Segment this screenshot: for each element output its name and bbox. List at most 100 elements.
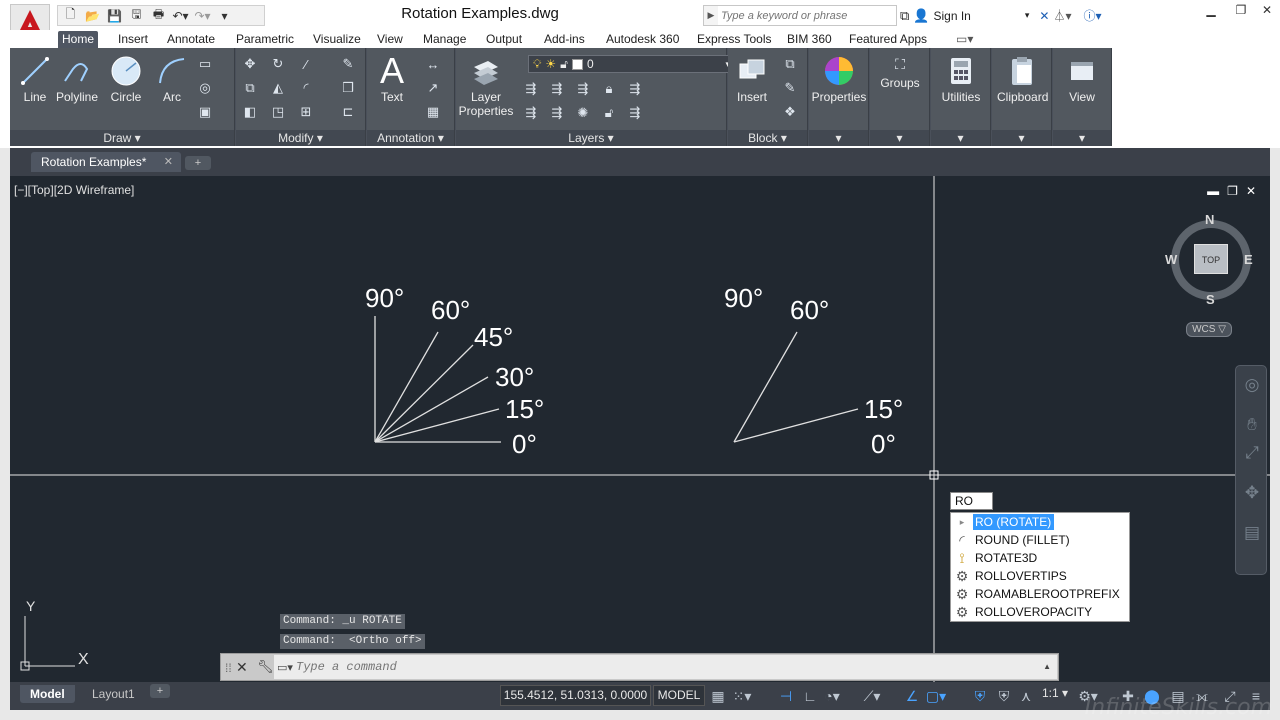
move-icon[interactable]: ✥ <box>240 54 260 74</box>
compass-south[interactable]: S <box>1206 292 1215 307</box>
utilities-tool[interactable]: Utilities <box>936 52 986 104</box>
tab-insert[interactable]: Insert <box>114 31 152 48</box>
layers-panel-title[interactable]: Layers ▾ <box>456 130 726 146</box>
tab-bim-360[interactable]: BIM 360 <box>783 31 836 48</box>
close-button[interactable]: ✕ <box>1252 0 1280 20</box>
drag-handle-icon[interactable]: ⁞⁞ <box>225 661 232 675</box>
suggestion-rolloveropacity[interactable]: ⚙ ROLLOVEROPACITY <box>951 603 1129 621</box>
redo-icon[interactable]: ↷▾ <box>192 7 213 25</box>
suggestion-ro-rotate[interactable]: ▸ RO (ROTATE) <box>951 513 1129 531</box>
utilities-expand-icon[interactable]: ▾ <box>931 130 990 146</box>
close-tab-icon[interactable]: ✕ <box>164 152 173 172</box>
scale-icon[interactable]: ◳ <box>268 102 288 122</box>
exchange-icon[interactable]: ✕ <box>1039 9 1049 23</box>
viewcube[interactable]: N S E W TOP <box>1165 212 1255 307</box>
mirror-icon[interactable]: ◭ <box>268 78 288 98</box>
view-panel[interactable]: View ▾ <box>1053 48 1112 146</box>
command-input[interactable] <box>296 660 1057 674</box>
layer-unlock-icon[interactable]: 🔓︎ <box>599 103 619 123</box>
new-tab-button[interactable]: + <box>185 156 211 170</box>
trim-icon[interactable]: ⁄ <box>296 54 316 74</box>
file-tab-rotation-examples[interactable]: Rotation Examples* ✕ <box>31 152 181 172</box>
pan-hand-icon[interactable]: ✋︎ <box>1241 414 1263 436</box>
tab-express-tools[interactable]: Express Tools <box>693 31 775 48</box>
connect-icon[interactable]: ⏃▾ <box>1053 7 1071 24</box>
object-snap-tracking-icon[interactable]: ∠ <box>902 686 922 706</box>
polar-tracking-icon[interactable]: ◔▾ <box>822 686 842 706</box>
properties-panel[interactable]: Properties ▾ <box>809 48 869 146</box>
snap-icon[interactable]: ⁙▾ <box>732 686 752 706</box>
showmotion-icon[interactable]: ▤ <box>1241 522 1263 544</box>
view-expand-icon[interactable]: ▾ <box>1053 130 1111 146</box>
command-prompt-icon[interactable]: ▭▾ <box>274 661 296 674</box>
layer-walk-icon[interactable]: ⇶ <box>547 103 567 123</box>
ortho-icon[interactable]: ∟ <box>800 686 820 706</box>
leader-icon[interactable]: ↗ <box>423 78 443 98</box>
groups-tool[interactable]: ⛶ Groups <box>875 52 925 91</box>
wrench-icon[interactable]: 🔧︎ <box>257 659 274 675</box>
search-input[interactable] <box>718 6 896 25</box>
annotation-scale-icon[interactable]: ⋏ <box>1016 686 1036 706</box>
copy-icon[interactable]: ⧉ <box>240 78 260 98</box>
undo-icon[interactable]: ↶▾ <box>170 7 191 25</box>
compass-north[interactable]: N <box>1205 212 1214 227</box>
compass-east[interactable]: E <box>1244 252 1253 267</box>
layer-properties-tool[interactable]: Layer Properties <box>458 52 514 118</box>
edit-block-icon[interactable]: ✎ <box>780 78 800 98</box>
layer-lock-icon[interactable]: 🔒︎ <box>599 79 619 99</box>
fillet-icon[interactable]: ◜ <box>296 78 316 98</box>
layer-dropdown[interactable]: 💡︎ ☀ 🔓︎ 0 ▾ <box>528 55 735 73</box>
print-icon[interactable]: 🖶 <box>148 7 169 25</box>
binoculars-icon[interactable]: ⧉ <box>900 8 909 24</box>
table-icon[interactable]: ▦ <box>423 102 443 122</box>
tab-visualize[interactable]: Visualize <box>309 31 365 48</box>
annotation-visibility-icon[interactable]: ⛨ <box>970 686 990 706</box>
layer-freeze-icon[interactable]: ⇶ <box>625 79 645 99</box>
new-icon[interactable]: 🗋 <box>60 7 81 25</box>
offset-icon[interactable]: ⊏ <box>338 102 358 122</box>
explode-icon[interactable]: ❒ <box>338 78 358 98</box>
modify-panel-title[interactable]: Modify ▾ <box>236 130 365 146</box>
circle-tool[interactable]: Circle <box>101 52 151 104</box>
orbit-icon[interactable]: ✥ <box>1241 482 1263 504</box>
layer-previous-icon[interactable]: ⇶ <box>547 79 567 99</box>
tab-annotate[interactable]: Annotate <box>163 31 219 48</box>
tab-add-ins[interactable]: Add-ins <box>540 31 589 48</box>
expand-arrow-icon[interactable]: ▶ <box>704 10 718 21</box>
properties-expand-icon[interactable]: ▾ <box>809 130 868 146</box>
tab-model[interactable]: Model <box>20 685 75 703</box>
clipboard-panel[interactable]: Clipboard ▾ <box>992 48 1052 146</box>
infer-constraints-icon[interactable]: ⊣ <box>776 686 796 706</box>
rotate-icon[interactable]: ↻ <box>268 54 288 74</box>
help-icon[interactable]: ⓘ▾ <box>1083 7 1101 24</box>
object-snap-icon[interactable]: ▢▾ <box>926 686 946 706</box>
hatch-icon[interactable]: ◎ <box>195 78 215 98</box>
groups-panel[interactable]: ⛶ Groups ▾ <box>870 48 930 146</box>
block-panel-title[interactable]: Block ▾ <box>728 130 807 146</box>
isodraft-icon[interactable]: ⟋▾ <box>862 686 882 706</box>
add-layout-button[interactable]: + <box>150 684 170 698</box>
tab-layout1[interactable]: Layout1 <box>82 685 145 703</box>
layer-match-icon[interactable]: ⇶ <box>521 79 541 99</box>
drawing-area[interactable]: [−][Top][2D Wireframe] ▬ ❐ ✕ 90° 60° 45°… <box>10 176 1270 682</box>
dynamic-input-field[interactable]: RO <box>950 492 993 510</box>
region-icon[interactable]: ▣ <box>195 102 215 122</box>
groups-expand-icon[interactable]: ▾ <box>870 130 929 146</box>
properties-tool[interactable]: Properties <box>811 52 867 104</box>
annotation-panel-title[interactable]: Annotation ▾ <box>367 130 454 146</box>
suggestion-roamablerootprefix[interactable]: ⚙ ROAMABLEROOTPREFIX <box>951 585 1129 603</box>
utilities-panel[interactable]: Utilities ▾ <box>931 48 991 146</box>
tab-view[interactable]: View <box>373 31 407 48</box>
save-icon[interactable]: 💾 <box>104 7 125 25</box>
stretch-icon[interactable]: ◧ <box>240 102 260 122</box>
suggestion-rollovertips[interactable]: ⚙ ROLLOVERTIPS <box>951 567 1129 585</box>
insert-tool[interactable]: Insert <box>730 52 774 104</box>
customize-icon[interactable]: ▾ <box>214 7 235 25</box>
wcs-menu-button[interactable]: WCS ▽ <box>1186 322 1232 337</box>
coordinates-display[interactable]: 155.4512, 51.0313, 0.0000 <box>500 685 651 706</box>
minimize-button[interactable]: ▁ <box>1196 0 1226 20</box>
rectangle-icon[interactable]: ▭ <box>195 54 215 74</box>
arc-tool[interactable]: Arc <box>147 52 197 104</box>
signin-dropdown-icon[interactable]: ▾ <box>1025 10 1030 21</box>
array-icon[interactable]: ⊞ <box>296 102 316 122</box>
